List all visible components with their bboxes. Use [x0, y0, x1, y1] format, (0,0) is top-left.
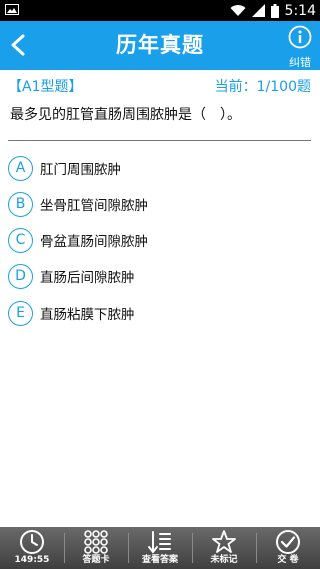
- option-c-text: 骨盆直肠间隙脓肿: [40, 234, 148, 250]
- option-b-text: 坐骨肛管间隙脓肿: [40, 198, 148, 214]
- option-e-text: 直肠粘膜下脓肿: [40, 307, 135, 323]
- report-error-label: 纠错: [289, 56, 311, 69]
- option-b[interactable]: B 坐骨肛管间隙脓肿: [8, 189, 148, 219]
- status-time: 5:14: [284, 2, 316, 19]
- signal-icon: [251, 4, 265, 17]
- option-a-letter: A: [8, 155, 33, 181]
- option-d-letter: D: [8, 263, 33, 289]
- view-answer-label: 查看答案: [141, 555, 178, 565]
- question-type: 【A1型题】: [8, 79, 83, 95]
- clock-icon: [20, 530, 44, 554]
- timer-label: 149:55: [14, 555, 50, 565]
- option-a-text: 肛门周围脓肿: [40, 162, 121, 178]
- check-circle-icon: [276, 530, 300, 554]
- report-error-button[interactable]: 纠错: [286, 25, 314, 70]
- image-notification-icon: [5, 4, 19, 15]
- question-progress: 当前：1/100题: [214, 79, 311, 95]
- sort-list-icon: [148, 531, 171, 554]
- answer-sheet-button[interactable]: 答题卡: [64, 527, 128, 569]
- mark-button[interactable]: 未标记: [192, 527, 256, 569]
- mark-label: 未标记: [210, 555, 238, 565]
- star-icon: [212, 530, 236, 553]
- grid-dots-icon: [84, 530, 108, 554]
- option-e[interactable]: E 直肠粘膜下脓肿: [8, 298, 135, 328]
- submit-button[interactable]: 交 卷: [256, 527, 320, 569]
- option-e-letter: E: [8, 300, 33, 326]
- question-meta: 【A1型题】 当前：1/100题: [8, 76, 311, 96]
- battery-icon: [270, 3, 279, 18]
- wifi-icon: [230, 5, 246, 17]
- option-b-letter: B: [8, 191, 33, 217]
- page-title: 历年真题: [116, 33, 204, 57]
- submit-label: 交 卷: [277, 555, 299, 565]
- question-text: 最多见的肛管直肠周围脓肿是（ ）。: [10, 107, 241, 123]
- option-c[interactable]: C 骨盆直肠间隙脓肿: [8, 225, 148, 255]
- option-d-text: 直肠后间隙脓肿: [40, 270, 135, 286]
- option-c-letter: C: [8, 227, 33, 253]
- info-icon: [288, 25, 312, 49]
- answer-sheet-label: 答题卡: [82, 555, 110, 565]
- view-answer-button[interactable]: 查看答案: [128, 527, 192, 569]
- bottom-toolbar: 149:55 答题卡 查看答案 未标记 交 卷: [0, 527, 320, 569]
- option-a[interactable]: A 肛门周围脓肿: [8, 153, 121, 183]
- status-bar: 5:14: [0, 0, 320, 21]
- timer-button[interactable]: 149:55: [0, 527, 64, 569]
- divider: [8, 140, 311, 141]
- option-d[interactable]: D 直肠后间隙脓肿: [8, 261, 135, 291]
- header-bar: 历年真题 纠错: [0, 21, 320, 70]
